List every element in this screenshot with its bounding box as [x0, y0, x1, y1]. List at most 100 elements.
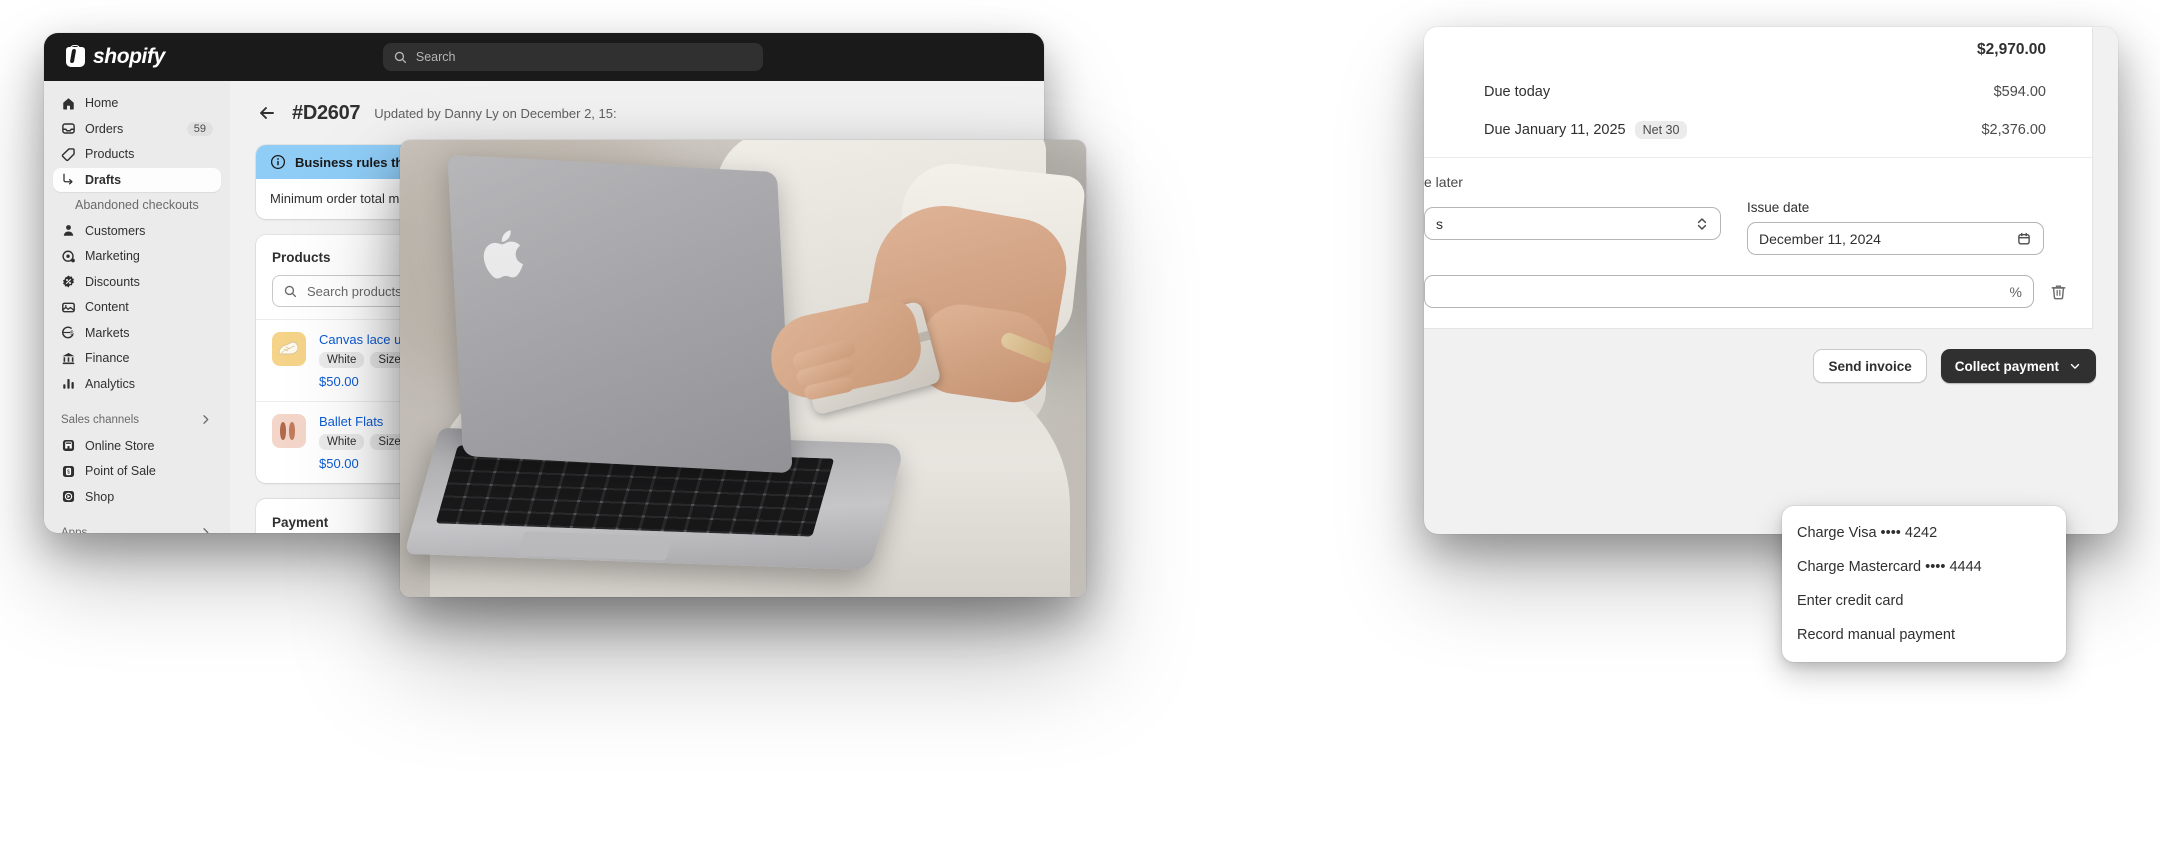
customers-person-icon [63, 225, 74, 236]
chevron-right-icon [203, 415, 209, 424]
sidebar-item-discounts[interactable]: Discounts [53, 270, 221, 294]
back-button[interactable] [256, 102, 278, 124]
sidebar-label: Products [85, 147, 135, 161]
sidebar-label: Marketing [85, 249, 140, 263]
finance-bank-icon [62, 352, 75, 364]
sidebar-label: Discounts [85, 274, 140, 289]
collect-payment-label: Collect payment [1954, 358, 2059, 374]
products-tag-icon [61, 147, 75, 161]
sidebar-item-home[interactable]: Home [53, 91, 221, 115]
sidebar-item-marketing[interactable]: Marketing [53, 244, 221, 268]
sidebar-item-customers[interactable]: Customers [53, 219, 221, 243]
page-header: #D2607 Updated by Danny Ly on December 2… [256, 95, 1018, 131]
shopify-logo: shopify [66, 44, 165, 69]
sidebar-item-shop[interactable]: Shop [53, 485, 221, 509]
issue-date-value: December 11, 2024 [1759, 230, 1881, 247]
canvas-lace-ups-thumbnail [272, 332, 306, 366]
menu-item-record-manual-payment[interactable]: Record manual payment [1782, 618, 2066, 652]
calendar-icon [2018, 232, 2030, 244]
marketing-target-icon [62, 250, 75, 262]
sidebar-item-orders[interactable]: Orders 59 [53, 117, 221, 141]
terms-select[interactable]: s [1424, 207, 1721, 240]
group-title: Apps [61, 526, 88, 534]
laptop-credit-card-photo [400, 140, 1086, 597]
chevron-right-icon [203, 528, 209, 533]
screenshot-stage: shopify Search Home Orders 59 Products D… [0, 0, 2160, 867]
issue-date-input[interactable]: December 11, 2024 [1747, 222, 2044, 255]
due-later-label: Due January 11, 2025 [1484, 122, 1626, 138]
invoice-card: $2,970.00 Due today $594.00 Due January … [1424, 27, 2092, 328]
sidebar-label: Orders [85, 121, 124, 136]
sidebar-item-abandoned-checkouts[interactable]: Abandoned checkouts [53, 193, 221, 217]
invoice-actions: Send invoice Collect payment [1813, 349, 2096, 383]
stepper-chevrons-icon [1697, 217, 1707, 230]
analytics-bars-icon [63, 379, 74, 389]
sidebar-item-content[interactable]: Content [53, 295, 221, 319]
admin-sidebar: Home Orders 59 Products Drafts Abandoned… [44, 81, 230, 533]
sidebar-group-apps[interactable]: Apps [53, 522, 221, 534]
due-today-label: Due today [1484, 84, 1551, 100]
sidebar-item-finance[interactable]: Finance [53, 346, 221, 370]
sidebar-label: Finance [85, 351, 130, 365]
info-circle-icon [270, 154, 286, 170]
later-text: e later [1424, 174, 1463, 190]
admin-topbar: shopify Search [44, 33, 1044, 81]
payment-terms-badge: Net 30 [1634, 121, 1688, 139]
orders-count-badge: 59 [186, 121, 213, 136]
group-title: Sales channels [61, 413, 139, 426]
sidebar-label: Home [85, 96, 119, 110]
svg-text:$: $ [70, 331, 74, 337]
invoice-fields: s Issue date December 11, 2024 [1424, 200, 2068, 255]
ballet-flats-thumbnail [272, 414, 306, 448]
issue-date-label: Issue date [1747, 200, 1810, 215]
page-title: #D2607 [292, 101, 361, 124]
due-later-row: Due January 11, 2025 Net 30 $2,376.00 [1424, 111, 2092, 149]
sidebar-label: Abandoned checkouts [75, 198, 199, 212]
arrow-subdirectory-icon [63, 173, 73, 185]
markets-globe-icon: $ [62, 326, 74, 339]
search-icon [394, 51, 407, 63]
invoice-panel: $2,970.00 Due today $594.00 Due January … [1424, 27, 2118, 534]
terms-field: s [1424, 200, 1721, 255]
photo-tint-overlay [400, 140, 1086, 597]
grand-total-row: $2,970.00 [1424, 27, 2092, 73]
send-invoice-label: Send invoice [1828, 358, 1912, 374]
global-search-placeholder: Search [415, 50, 456, 64]
sidebar-item-markets[interactable]: $ Markets [53, 321, 221, 345]
sidebar-item-analytics[interactable]: Analytics [53, 372, 221, 396]
send-invoice-button[interactable]: Send invoice [1813, 349, 1927, 383]
menu-item-label: Enter credit card [1797, 593, 1904, 609]
global-search-input[interactable]: Search [382, 43, 763, 71]
sidebar-group-sales-channels[interactable]: Sales channels [53, 409, 221, 431]
menu-item-charge-mastercard[interactable]: Charge Mastercard •••• 4444 [1782, 550, 2066, 584]
shoe-illustration [278, 341, 299, 357]
orders-inbox-icon [62, 123, 75, 134]
grand-total-value: $2,970.00 [1977, 41, 2046, 58]
percent-input[interactable]: % [1424, 275, 2034, 308]
menu-item-label: Charge Visa •••• 4242 [1797, 525, 1938, 541]
shopify-bag-icon [66, 44, 85, 67]
sidebar-item-products[interactable]: Products [53, 142, 221, 166]
sidebar-item-drafts[interactable]: Drafts [53, 167, 221, 192]
content-media-icon [62, 302, 75, 312]
sidebar-item-point-of-sale[interactable]: $ Point of Sale [53, 459, 221, 483]
percent-suffix: % [2009, 283, 2022, 300]
shoe-illustration [280, 422, 295, 440]
terms-select-value: s [1436, 215, 1443, 232]
menu-item-charge-visa[interactable]: Charge Visa •••• 4242 [1782, 516, 2066, 550]
sidebar-label: Customers [85, 223, 146, 238]
menu-item-label: Charge Mastercard •••• 4444 [1797, 559, 1982, 575]
variant-chip: White [319, 352, 365, 368]
sidebar-item-online-store[interactable]: Online Store [53, 434, 221, 458]
sidebar-label: Drafts [85, 172, 122, 187]
chevron-down-icon [2070, 363, 2080, 369]
due-today-row: Due today $594.00 [1424, 73, 2092, 111]
photo-scene [400, 140, 1086, 597]
collect-payment-button[interactable]: Collect payment [1940, 349, 2096, 383]
menu-item-enter-credit-card[interactable]: Enter credit card [1782, 584, 2066, 618]
trash-icon[interactable] [2049, 282, 2068, 301]
sidebar-label: Shop [85, 489, 115, 504]
back-arrow-icon [260, 107, 274, 119]
shop-icon [62, 490, 75, 503]
sidebar-label: Online Store [85, 438, 155, 453]
